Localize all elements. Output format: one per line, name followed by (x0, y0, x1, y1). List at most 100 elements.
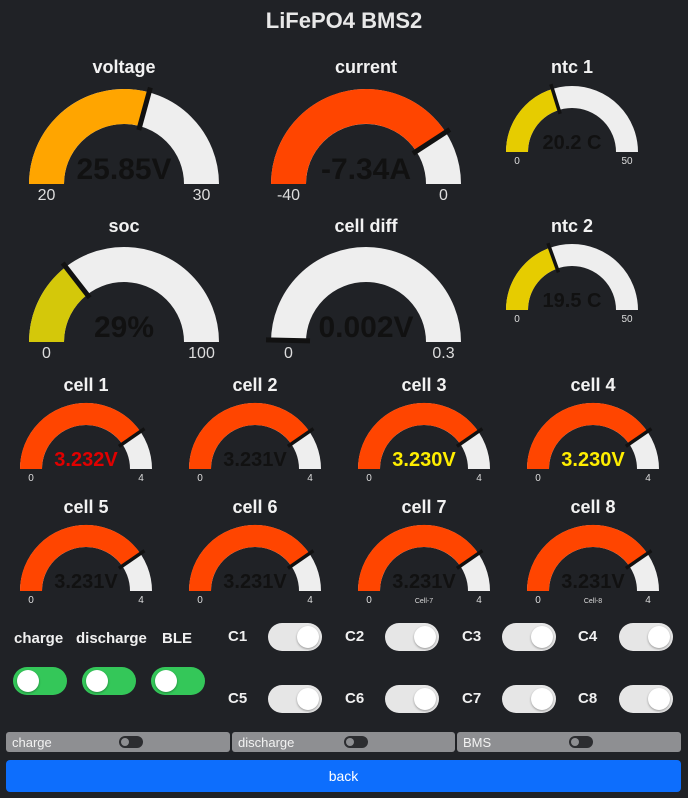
toggle-knob (414, 626, 436, 648)
cell7-gauge-sublabel: Cell-7 (415, 598, 433, 605)
discharge-status-switch[interactable] (344, 736, 368, 748)
toggle-knob (17, 670, 39, 692)
balance-c3-toggle[interactable] (502, 623, 556, 651)
cell6-gauge-value: 3.231V (223, 571, 287, 593)
cell5-gauge: cell 5 3.231V 0 4 (20, 497, 152, 606)
cell7-gauge-value: 3.231V (392, 571, 456, 593)
cell3-gauge-max: 4 (476, 473, 482, 484)
ntc1-gauge-value: 20.2 C (543, 132, 602, 154)
balance-c3-label: C3 (462, 628, 482, 645)
celldiff-gauge-max: 0.3 (432, 345, 454, 362)
cell4-gauge-value: 3.230V (561, 449, 625, 471)
charge-status-bar: charge (6, 732, 230, 752)
cell7-gauge: cell 7 3.231V 0 4 Cell-7 (358, 497, 490, 606)
balance-c1-toggle[interactable] (268, 623, 322, 651)
cell8-gauge-max: 4 (645, 595, 651, 606)
back-button[interactable]: back (6, 760, 681, 792)
balance-c8-label: C8 (578, 690, 598, 707)
soc-gauge-min: 0 (42, 345, 51, 362)
ntc2-gauge: ntc 2 19.5 C 0 50 (506, 216, 638, 325)
discharge-toggle-label: discharge (76, 630, 147, 647)
cell5-gauge-max: 4 (138, 595, 144, 606)
celldiff-gauge-value: 0.002V (318, 311, 413, 344)
toggle-knob (648, 688, 670, 710)
balance-c4-label: C4 (578, 628, 598, 645)
cell6-gauge-min: 0 (197, 595, 203, 606)
soc-gauge-fill (29, 266, 88, 343)
celldiff-gauge-title: cell diff (334, 216, 398, 236)
cell2-gauge-max: 4 (307, 473, 313, 484)
cell6-gauge: cell 6 3.231V 0 4 (189, 497, 321, 606)
cell2-gauge-title: cell 2 (232, 375, 277, 395)
cell5-gauge-value: 3.231V (54, 571, 118, 593)
ntc2-gauge-min: 0 (514, 314, 520, 325)
bms-status-label: BMS (463, 735, 492, 750)
balance-c4-toggle[interactable] (619, 623, 673, 651)
balance-c2-toggle[interactable] (385, 623, 439, 651)
cell4-gauge-title: cell 4 (570, 375, 615, 395)
cell7-gauge-min: 0 (366, 595, 372, 606)
discharge-status-bar: discharge (232, 732, 455, 752)
voltage-gauge-max: 30 (193, 187, 211, 204)
balance-c6-toggle[interactable] (385, 685, 439, 713)
cell2-gauge: cell 2 3.231V 0 4 (189, 375, 321, 484)
soc-gauge: soc 29% 0 100 (29, 216, 219, 362)
balance-c5-toggle[interactable] (268, 685, 322, 713)
cell2-gauge-min: 0 (197, 473, 203, 484)
cell1-gauge-min: 0 (28, 473, 34, 484)
current-gauge-value: -7.34A (321, 153, 411, 186)
soc-gauge-title: soc (108, 216, 139, 236)
bms-status-switch[interactable] (569, 736, 593, 748)
ntc1-gauge-min: 0 (514, 156, 520, 167)
balance-c7-label: C7 (462, 690, 482, 707)
discharge-status-label: discharge (238, 735, 295, 750)
toggle-knob (414, 688, 436, 710)
cell7-gauge-title: cell 7 (401, 497, 446, 517)
cell8-gauge: cell 8 3.231V 0 4 Cell-8 (527, 497, 659, 606)
celldiff-gauge-min: 0 (284, 345, 293, 362)
cell3-gauge-value: 3.230V (392, 449, 456, 471)
balance-c2-label: C2 (345, 628, 365, 645)
voltage-gauge: voltage 25.85V 20 30 (29, 57, 219, 204)
cell3-gauge: cell 3 3.230V 0 4 (358, 375, 490, 484)
ntc1-gauge-max: 50 (621, 156, 633, 167)
cell8-gauge-sublabel: Cell-8 (584, 598, 602, 605)
cell6-gauge-title: cell 6 (232, 497, 277, 517)
toggle-knob (86, 670, 108, 692)
ntc2-gauge-value: 19.5 C (543, 290, 602, 312)
current-gauge-min: -40 (277, 187, 300, 204)
balance-c8-toggle[interactable] (619, 685, 673, 713)
charge-toggle-label: charge (14, 630, 64, 647)
cell2-gauge-value: 3.231V (223, 449, 287, 471)
switch-dot (346, 738, 354, 746)
cell8-gauge-min: 0 (535, 595, 541, 606)
toggle-knob (531, 688, 553, 710)
voltage-gauge-title: voltage (92, 57, 155, 77)
ble-toggle-label: BLE (162, 630, 192, 647)
toggle-knob (297, 626, 319, 648)
switch-dot (121, 738, 129, 746)
discharge-toggle[interactable] (82, 667, 136, 695)
balance-c6-label: C6 (345, 690, 365, 707)
cell4-gauge: cell 4 3.230V 0 4 (527, 375, 659, 484)
celldiff-gauge: cell diff 0.002V 0 0.3 (265, 216, 461, 362)
cell5-gauge-min: 0 (28, 595, 34, 606)
ntc2-gauge-max: 50 (621, 314, 633, 325)
current-gauge-title: current (335, 57, 397, 77)
cell5-gauge-title: cell 5 (63, 497, 108, 517)
ble-toggle[interactable] (151, 667, 205, 695)
cell6-gauge-max: 4 (307, 595, 313, 606)
cell4-gauge-max: 4 (645, 473, 651, 484)
soc-gauge-value: 29% (94, 311, 154, 344)
ntc2-gauge-title: ntc 2 (551, 216, 593, 236)
balance-c7-toggle[interactable] (502, 685, 556, 713)
charge-status-switch[interactable] (119, 736, 143, 748)
cell3-gauge-title: cell 3 (401, 375, 446, 395)
charge-toggle[interactable] (13, 667, 67, 695)
ntc1-gauge-title: ntc 1 (551, 57, 593, 77)
charge-status-label: charge (12, 735, 52, 750)
soc-gauge-max: 100 (188, 345, 215, 362)
cell7-gauge-max: 4 (476, 595, 482, 606)
cell8-gauge-value: 3.231V (561, 571, 625, 593)
cell1-gauge-max: 4 (138, 473, 144, 484)
